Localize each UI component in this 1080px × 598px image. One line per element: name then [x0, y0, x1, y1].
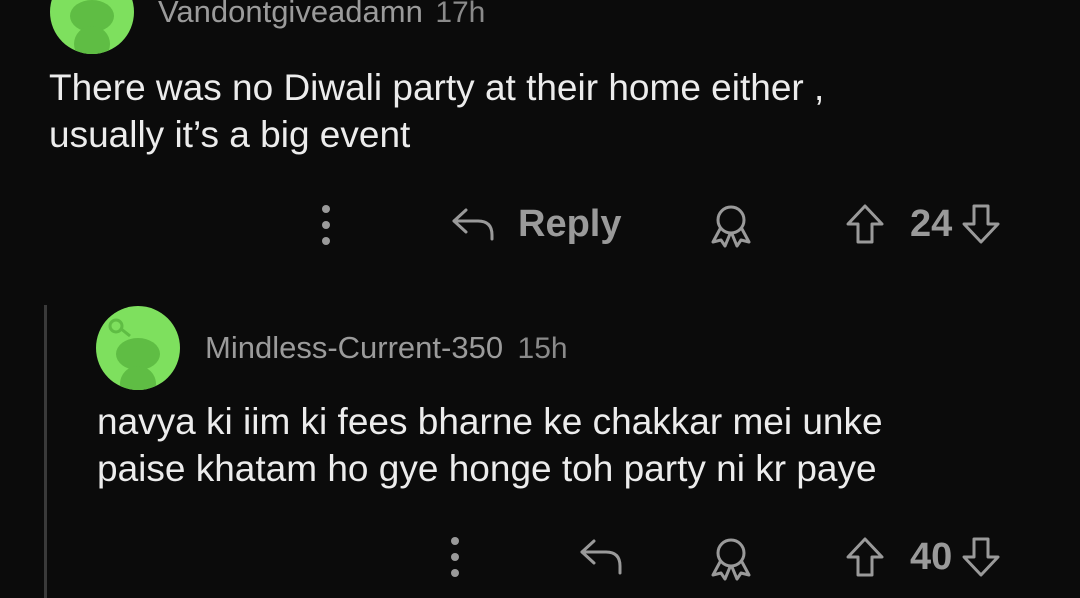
- vote-count: 40: [910, 535, 953, 578]
- more-options-button[interactable]: [451, 537, 459, 585]
- comment-body-line: navya ki iim ki fees bharne ke chakkar m…: [97, 401, 883, 442]
- comment-body: navya ki iim ki fees bharne ke chakkar m…: [97, 398, 883, 492]
- downvote-icon[interactable]: [958, 202, 1004, 246]
- comment-header: Mindless-Current-350 15h: [205, 330, 568, 366]
- award-icon: [711, 205, 751, 248]
- username[interactable]: Mindless-Current-350: [205, 330, 503, 365]
- username[interactable]: Vandontgiveadamn: [158, 0, 423, 29]
- vote-controls: 24: [842, 200, 1004, 248]
- avatar[interactable]: [96, 306, 180, 390]
- reply-label: Reply: [518, 202, 622, 245]
- more-options-icon: [451, 537, 459, 577]
- vote-count: 24: [910, 202, 953, 245]
- more-options-button[interactable]: [322, 205, 330, 253]
- avatar-snoo-icon: [108, 318, 160, 390]
- avatar[interactable]: [50, 0, 134, 54]
- thread-line[interactable]: [44, 305, 47, 598]
- vote-controls: 40: [842, 533, 1004, 581]
- reply-button[interactable]: [578, 535, 624, 582]
- award-icon: [711, 538, 751, 581]
- award-button[interactable]: [708, 202, 754, 253]
- more-options-icon: [322, 205, 330, 245]
- award-button[interactable]: [708, 535, 754, 586]
- comment-header: Vandontgiveadamn 17h: [158, 0, 485, 30]
- timestamp: 17h: [435, 0, 486, 29]
- upvote-icon[interactable]: [842, 535, 888, 579]
- comment-body-line: paise khatam ho gye honge toh party ni k…: [97, 448, 877, 489]
- avatar-snoo-icon: [70, 0, 114, 54]
- comment-body: There was no Diwali party at their home …: [49, 64, 824, 158]
- reply-arrow-icon: [452, 208, 494, 241]
- downvote-icon[interactable]: [958, 535, 1004, 579]
- upvote-icon[interactable]: [842, 202, 888, 246]
- reply-button[interactable]: Reply: [450, 200, 621, 248]
- comment-body-line: There was no Diwali party at their home …: [49, 67, 825, 108]
- timestamp: 15h: [517, 332, 568, 365]
- reply-arrow-icon: [580, 539, 622, 575]
- comment-body-line: usually it’s a big event: [49, 114, 411, 155]
